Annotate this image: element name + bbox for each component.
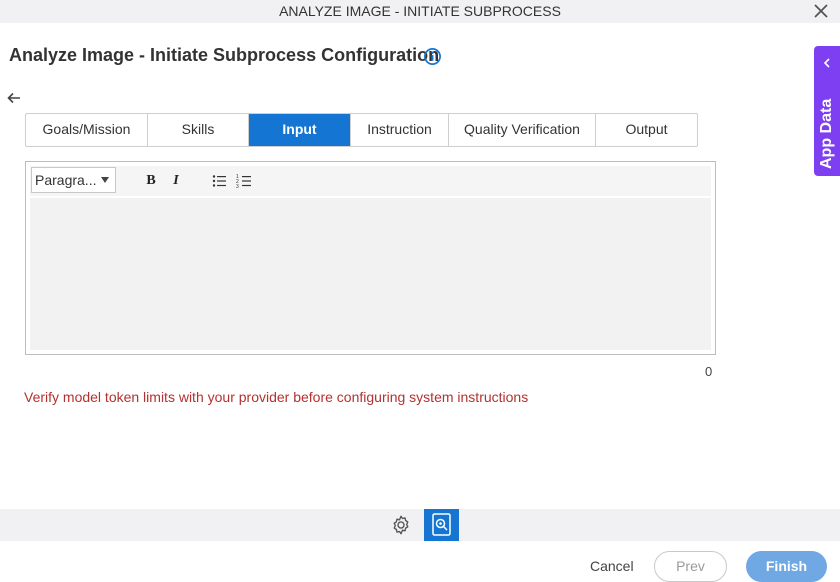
window-titlebar: ANALYZE IMAGE - INITIATE SUBPROCESS bbox=[0, 0, 840, 23]
paragraph-format-select[interactable]: Paragra... bbox=[31, 167, 116, 193]
editor-content-area[interactable] bbox=[30, 198, 711, 350]
tab-output[interactable]: Output bbox=[596, 114, 697, 146]
bold-button[interactable]: B bbox=[142, 172, 160, 190]
tab-quality-verification[interactable]: Quality Verification bbox=[449, 114, 596, 146]
token-limit-warning: Verify model token limits with your prov… bbox=[24, 389, 529, 405]
finish-button[interactable]: Finish bbox=[746, 551, 827, 582]
bullet-list-icon[interactable] bbox=[210, 172, 228, 190]
gear-icon[interactable] bbox=[390, 514, 412, 536]
numbered-list-icon[interactable]: 1 2 3 bbox=[235, 172, 253, 190]
paragraph-format-value: Paragra... bbox=[35, 172, 97, 188]
cancel-button[interactable]: Cancel bbox=[590, 558, 634, 574]
window-title: ANALYZE IMAGE - INITIATE SUBPROCESS bbox=[279, 3, 561, 19]
tab-goals-mission[interactable]: Goals/Mission bbox=[26, 114, 148, 146]
tab-input[interactable]: Input bbox=[249, 114, 351, 146]
italic-button[interactable]: I bbox=[167, 172, 185, 190]
back-arrow-icon[interactable] bbox=[6, 90, 22, 106]
ai-analyze-icon bbox=[432, 513, 451, 536]
caret-down-icon bbox=[101, 177, 109, 183]
character-count: 0 bbox=[705, 364, 713, 379]
prev-button[interactable]: Prev bbox=[654, 551, 727, 582]
bottom-toolbar bbox=[0, 509, 840, 541]
editor-toolbar: Paragra... B I 1 2 3 bbox=[30, 166, 711, 196]
analyze-image-button[interactable] bbox=[424, 509, 459, 541]
info-icon[interactable] bbox=[423, 47, 442, 66]
app-data-label: App Data bbox=[818, 98, 835, 169]
tab-skills[interactable]: Skills bbox=[148, 114, 249, 146]
chevron-left-icon bbox=[823, 58, 830, 68]
page-title: Analyze Image - Initiate Subprocess Conf… bbox=[9, 45, 440, 65]
tab-instruction[interactable]: Instruction bbox=[351, 114, 449, 146]
tab-bar: Goals/Mission Skills Input Instruction Q… bbox=[25, 113, 698, 147]
app-data-panel-toggle[interactable]: App Data bbox=[814, 46, 840, 176]
svg-text:3: 3 bbox=[236, 184, 239, 190]
close-icon[interactable] bbox=[812, 2, 830, 20]
rich-text-editor: Paragra... B I 1 2 3 bbox=[25, 161, 716, 355]
